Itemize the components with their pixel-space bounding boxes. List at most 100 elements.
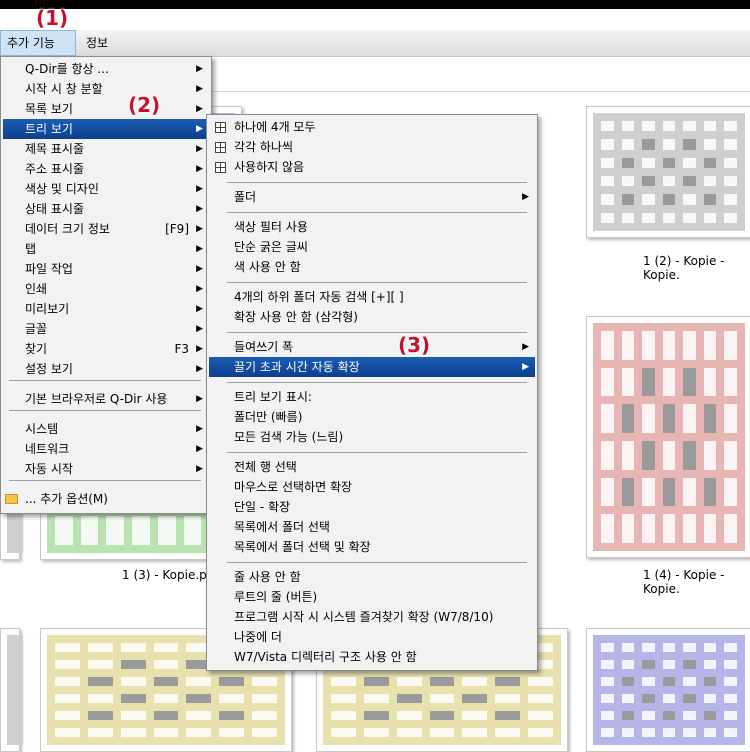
menu-extras[interactable]: 추가 기능(X): [0, 30, 76, 74]
menu-item[interactable]: 글꼴 ▶: [3, 319, 207, 339]
submenu-item-label: 폴더: [234, 190, 257, 204]
submenu-item[interactable]: 루트의 줄 (버튼): [209, 587, 535, 607]
submenu-item[interactable]: 단순 굵은 글씨: [209, 237, 535, 257]
submenu-item-label: 목록에서 폴더 선택 및 확장: [234, 540, 371, 554]
submenu-arrow-icon: ▶: [196, 124, 203, 134]
submenu-item[interactable]: 전체 행 선택: [209, 457, 535, 477]
submenu-arrow-icon: ▶: [196, 424, 203, 434]
submenu-arrow-icon: ▶: [196, 104, 203, 114]
menu-separator: [227, 562, 527, 563]
thumbnail-caption[interactable]: 1 (4) - Kopie - Kopie.: [643, 568, 750, 596]
menu-item[interactable]: 기본 브라우저로 Q-Dir 사용 ▶: [3, 389, 207, 409]
submenu-arrow-icon: ▶: [196, 324, 203, 334]
submenu-arrow-icon: ▶: [196, 224, 203, 234]
menu-item[interactable]: 미리보기 ▶: [3, 299, 207, 319]
thumbnail[interactable]: [586, 106, 750, 238]
annotation-2: (2): [128, 93, 161, 117]
menu-item[interactable]: 목록 보기 ▶: [3, 99, 207, 119]
menu-item[interactable]: 색상 및 디자인 ▶: [3, 179, 207, 199]
submenu-item[interactable]: 들여쓰기 폭 ▶: [209, 337, 535, 357]
menu-item[interactable]: 네트워크 ▶: [3, 439, 207, 459]
menu-item-shortcut: F3: [174, 342, 189, 356]
submenu-item[interactable]: 프로그램 시작 시 시스템 즐겨찾기 확장 (W7/8/10): [209, 607, 535, 627]
menu-separator: [227, 382, 527, 383]
menu-item-label: 자동 시작: [25, 462, 73, 476]
menu-item[interactable]: 제목 표시줄 ▶: [3, 139, 207, 159]
submenu-item[interactable]: 나중에 더: [209, 627, 535, 647]
menu-item[interactable]: 트리 보기 ▶: [3, 119, 207, 139]
submenu-arrow-icon: ▶: [196, 444, 203, 454]
submenu-item-label: 나중에 더: [234, 630, 282, 644]
submenu-item[interactable]: 마우스로 선택하면 확장: [209, 477, 535, 497]
submenu-item[interactable]: 확장 사용 안 함 (삼각형): [209, 307, 535, 327]
submenu-arrow-icon: ▶: [522, 192, 529, 202]
submenu-item-label: 색 사용 안 함: [234, 260, 301, 274]
menu-item[interactable]: 인쇄 ▶: [3, 279, 207, 299]
menu-item-label: 시작 시 창 분할: [25, 82, 103, 96]
thumbnail[interactable]: [0, 628, 23, 752]
submenu-item[interactable]: 폴더만 (빠름): [209, 407, 535, 427]
submenu-item[interactable]: 단일 - 확장: [209, 497, 535, 517]
submenu-item[interactable]: 줄 사용 안 함: [209, 567, 535, 587]
menu-item-label: 설정 보기: [25, 362, 73, 376]
menu-item[interactable]: 찾기 F3 ▶: [3, 339, 207, 359]
menu-separator: [227, 282, 527, 283]
menu-info[interactable]: 정보: [80, 30, 114, 56]
annotation-1: (1): [36, 6, 69, 30]
submenu-item[interactable]: 색상 필터 사용: [209, 217, 535, 237]
submenu-item-label: 색상 필터 사용: [234, 220, 308, 234]
menu-separator: [9, 410, 201, 411]
submenu-item[interactable]: 사용하지 않음: [209, 157, 535, 177]
menu-item[interactable]: 자동 시작 ▶: [3, 459, 207, 479]
menu-item[interactable]: 시스템 ▶: [3, 419, 207, 439]
submenu-item[interactable]: 색 사용 안 함: [209, 257, 535, 277]
submenu-item[interactable]: 각각 하나씩: [209, 137, 535, 157]
submenu-item[interactable]: 끌기 초과 시간 자동 확장 ▶: [209, 357, 535, 377]
submenu-arrow-icon: ▶: [196, 64, 203, 74]
menu-item[interactable]: 상태 표시줄 ▶: [3, 199, 207, 219]
menu-item[interactable]: 주소 표시줄 ▶: [3, 159, 207, 179]
menu-item-label: Q-Dir를 항상 ...: [25, 62, 109, 76]
submenu-item[interactable]: 목록에서 폴더 선택: [209, 517, 535, 537]
submenu-item[interactable]: 목록에서 폴더 선택 및 확장: [209, 537, 535, 557]
submenu-item[interactable]: 트리 보기 표시:: [209, 387, 535, 407]
annotation-3: (3): [398, 333, 431, 357]
submenu-item[interactable]: 4개의 하위 폴더 자동 검색 [+][ ]: [209, 287, 535, 307]
submenu-item[interactable]: W7/Vista 디렉터리 구조 사용 안 함: [209, 647, 535, 667]
menu-item[interactable]: 파일 작업 ▶: [3, 259, 207, 279]
menu-item-label: 네트워크: [25, 442, 70, 456]
grid-icon: [215, 142, 226, 153]
window-top-edge: [0, 0, 750, 9]
menu-item-label: 트리 보기: [25, 122, 73, 136]
submenu-arrow-icon: ▶: [196, 284, 203, 294]
submenu-arrow-icon: ▶: [522, 362, 529, 372]
menu-separator: [227, 332, 527, 333]
menu-bar: 추가 기능(X) 정보: [0, 30, 750, 74]
submenu-arrow-icon: ▶: [196, 244, 203, 254]
submenu-item-label: 4개의 하위 폴더 자동 검색 [+][ ]: [234, 290, 404, 304]
submenu-item-label: 모든 검색 가능 (느림): [234, 430, 344, 444]
thumbnail-caption[interactable]: 1 (2) - Kopie - Kopie.: [643, 254, 750, 282]
submenu-arrow-icon: ▶: [196, 164, 203, 174]
menu-item-label: 파일 작업: [25, 262, 73, 276]
submenu-arrow-icon: ▶: [196, 84, 203, 94]
tree-view-submenu: 하나에 4개 모두각각 하나씩사용하지 않음폴더 ▶ 색상 필터 사용단순 굵은 글…: [206, 114, 538, 671]
submenu-item[interactable]: 모든 검색 가능 (느림): [209, 427, 535, 447]
submenu-item-label: 확장 사용 안 함 (삼각형): [234, 310, 358, 324]
menu-item-label: ... 추가 옵션(M): [25, 492, 108, 506]
menu-item[interactable]: Q-Dir를 항상 ... ▶: [3, 59, 207, 79]
menu-item[interactable]: 설정 보기 ▶: [3, 359, 207, 379]
menu-separator: [227, 452, 527, 453]
thumbnail[interactable]: [586, 628, 750, 752]
submenu-item[interactable]: 하나에 4개 모두: [209, 117, 535, 137]
menu-item[interactable]: 탭 ▶: [3, 239, 207, 259]
menu-item[interactable]: ... 추가 옵션(M): [3, 489, 207, 509]
submenu-item[interactable]: 폴더 ▶: [209, 187, 535, 207]
menu-item-label: 기본 브라우저로 Q-Dir 사용: [25, 392, 168, 406]
menu-item[interactable]: 시작 시 창 분할 ▶: [3, 79, 207, 99]
submenu-item-label: 각각 하나씩: [234, 140, 294, 154]
submenu-item-label: 전체 행 선택: [234, 460, 297, 474]
menu-item-label: 주소 표시줄: [25, 162, 85, 176]
thumbnail[interactable]: [586, 316, 750, 558]
menu-item[interactable]: 데이터 크기 정보 [F9] ▶: [3, 219, 207, 239]
